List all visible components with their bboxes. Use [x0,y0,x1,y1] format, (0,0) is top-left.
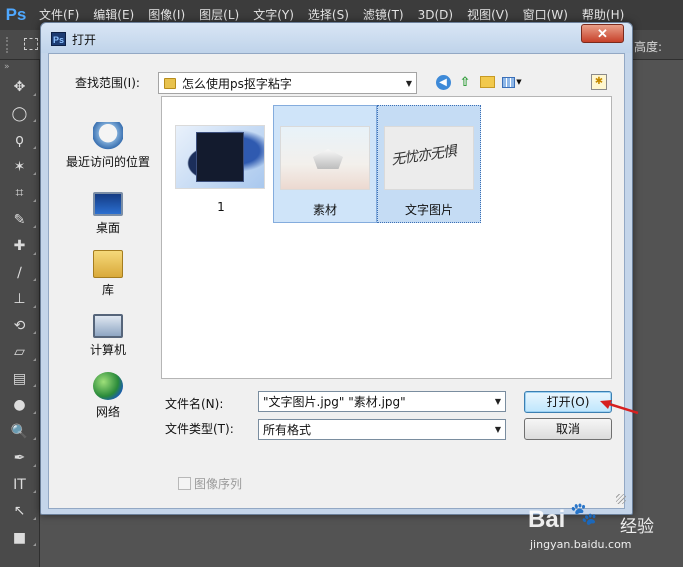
history-brush-tool-icon[interactable]: ⟲ [0,313,39,340]
new-folder-icon [479,76,495,88]
file-name: 素材 [312,203,337,217]
brush-tool-icon[interactable]: ∕ [0,260,39,287]
clone-stamp-tool-icon[interactable]: ⊥ [0,286,39,313]
file-list[interactable]: 1 素材 无忧亦无惧 文字图片 [161,96,612,379]
open-dialog: Ps 打开 ✕ 查找范围(I): 怎么使用ps抠字粘字 ▼ ◀ ⇧ ▼ ✱ 最近… [40,22,633,515]
place-label: 最近访问的位置 [65,155,150,169]
desktop-icon [93,192,123,216]
watermark-logo: Bai [528,506,566,533]
file-thumbnail: 无忧亦无惧 [384,126,474,190]
type-tool-icon[interactable]: IT [0,472,39,499]
dodge-tool-icon[interactable]: 🔍 [0,419,39,446]
back-button[interactable]: ◀ [434,73,452,91]
place-label: 桌面 [95,221,120,235]
file-item[interactable]: 素材 [273,105,377,223]
places-bar: 最近访问的位置 桌面 库 计算机 网络 [63,96,153,472]
filename-label: 文件名(N): [165,397,224,411]
place-computer[interactable]: 计算机 [63,310,153,358]
place-label: 库 [101,283,114,297]
crop-tool-icon[interactable]: ⌗ [0,180,39,207]
dialog-titlebar[interactable]: Ps 打开 ✕ [41,23,632,53]
view-menu-icon [502,76,516,88]
place-libraries[interactable]: 库 [63,250,153,298]
navigation-toolbar: ◀ ⇧ ▼ [434,73,524,91]
libraries-icon [93,250,123,278]
path-selection-tool-icon[interactable]: ↖ [0,498,39,525]
file-thumbnail [280,126,370,190]
gradient-tool-icon[interactable]: ▤ [0,366,39,393]
new-folder-button[interactable] [478,73,496,91]
paw-icon: 🐾 [570,502,598,527]
marquee-options-icon[interactable] [24,38,38,50]
chevron-down-icon[interactable]: ▼ [491,425,505,434]
lasso-tool-icon[interactable]: ϙ [0,127,39,154]
annotation-arrow-icon [600,400,639,415]
place-desktop[interactable]: 桌面 [63,188,153,236]
filename-input[interactable]: "文字图片.jpg" "素材.jpg" ▼ [258,391,506,412]
watermark-url: jingyan.baidu.com [530,538,632,551]
chevron-down-icon[interactable]: ▼ [491,397,505,406]
height-label: 高度: [634,40,663,54]
lookin-label: 查找范围(I): [75,76,140,90]
tools-panel-collapse[interactable]: » [0,60,39,74]
close-button[interactable]: ✕ [581,24,624,43]
magic-wand-tool-icon[interactable]: ✶ [0,154,39,181]
folder-icon [164,77,176,89]
file-item[interactable]: 1 [169,105,273,223]
marquee-tool-icon[interactable]: ◯ [0,101,39,128]
dialog-body: 查找范围(I): 怎么使用ps抠字粘字 ▼ ◀ ⇧ ▼ ✱ 最近访问的位置 桌面… [48,53,626,509]
filename-value: "文字图片.jpg" "素材.jpg" [263,395,406,409]
eraser-tool-icon[interactable]: ▱ [0,339,39,366]
up-folder-icon[interactable]: ⇧ [456,73,474,91]
eyedropper-tool-icon[interactable]: ✎ [0,207,39,234]
blur-tool-icon[interactable]: ● [0,392,39,419]
pen-tool-icon[interactable]: ✒ [0,445,39,472]
computer-icon [93,314,123,338]
place-network[interactable]: 网络 [63,372,153,420]
file-name: 文字图片 [404,203,453,217]
watermark-experience: 经验 [620,517,654,537]
network-icon [93,372,123,400]
filetype-value: 所有格式 [263,423,312,437]
view-chevron-down-icon: ▼ [516,78,522,86]
move-tool-icon[interactable]: ✥ [0,74,39,101]
file-item[interactable]: 无忧亦无惧 文字图片 [377,105,481,223]
image-sequence-checkbox[interactable] [178,477,191,490]
filetype-label: 文件类型(T): [165,422,234,436]
photoshop-app-icon: Ps [51,32,66,46]
dialog-title: 打开 [72,33,97,47]
file-thumbnail [175,125,265,189]
filetype-select[interactable]: 所有格式 ▼ [258,419,506,440]
image-sequence-option[interactable]: 图像序列 [178,475,242,492]
tools-panel: » ✥ ◯ ϙ ✶ ⌗ ✎ ✚ ∕ ⊥ ⟲ ▱ ▤ ● 🔍 ✒ IT ↖ ■ [0,60,40,567]
recent-places-icon [93,122,123,150]
view-menu-button[interactable]: ▼ [500,73,524,91]
thumbnail-script-text: 无忧亦无惧 [390,143,457,169]
cancel-button[interactable]: 取消 [524,418,612,440]
healing-tool-icon[interactable]: ✚ [0,233,39,260]
lookin-dropdown[interactable]: 怎么使用ps抠字粘字 ▼ [158,72,417,94]
chevron-down-icon[interactable]: ▼ [402,79,416,88]
favorites-icon[interactable]: ✱ [591,74,607,90]
image-sequence-label: 图像序列 [194,477,243,491]
options-grip[interactable] [6,37,12,53]
back-icon: ◀ [435,74,451,90]
place-label: 网络 [95,405,120,419]
place-label: 计算机 [89,343,126,357]
photoshop-logo: Ps [5,5,27,24]
rectangle-tool-icon[interactable]: ■ [0,525,39,552]
place-recent[interactable]: 最近访问的位置 [63,122,153,170]
file-name: 1 [217,200,225,214]
baidu-watermark: Bai 🐾 经验 jingyan.baidu.com [520,500,680,562]
lookin-value: 怎么使用ps抠字粘字 [182,76,292,91]
